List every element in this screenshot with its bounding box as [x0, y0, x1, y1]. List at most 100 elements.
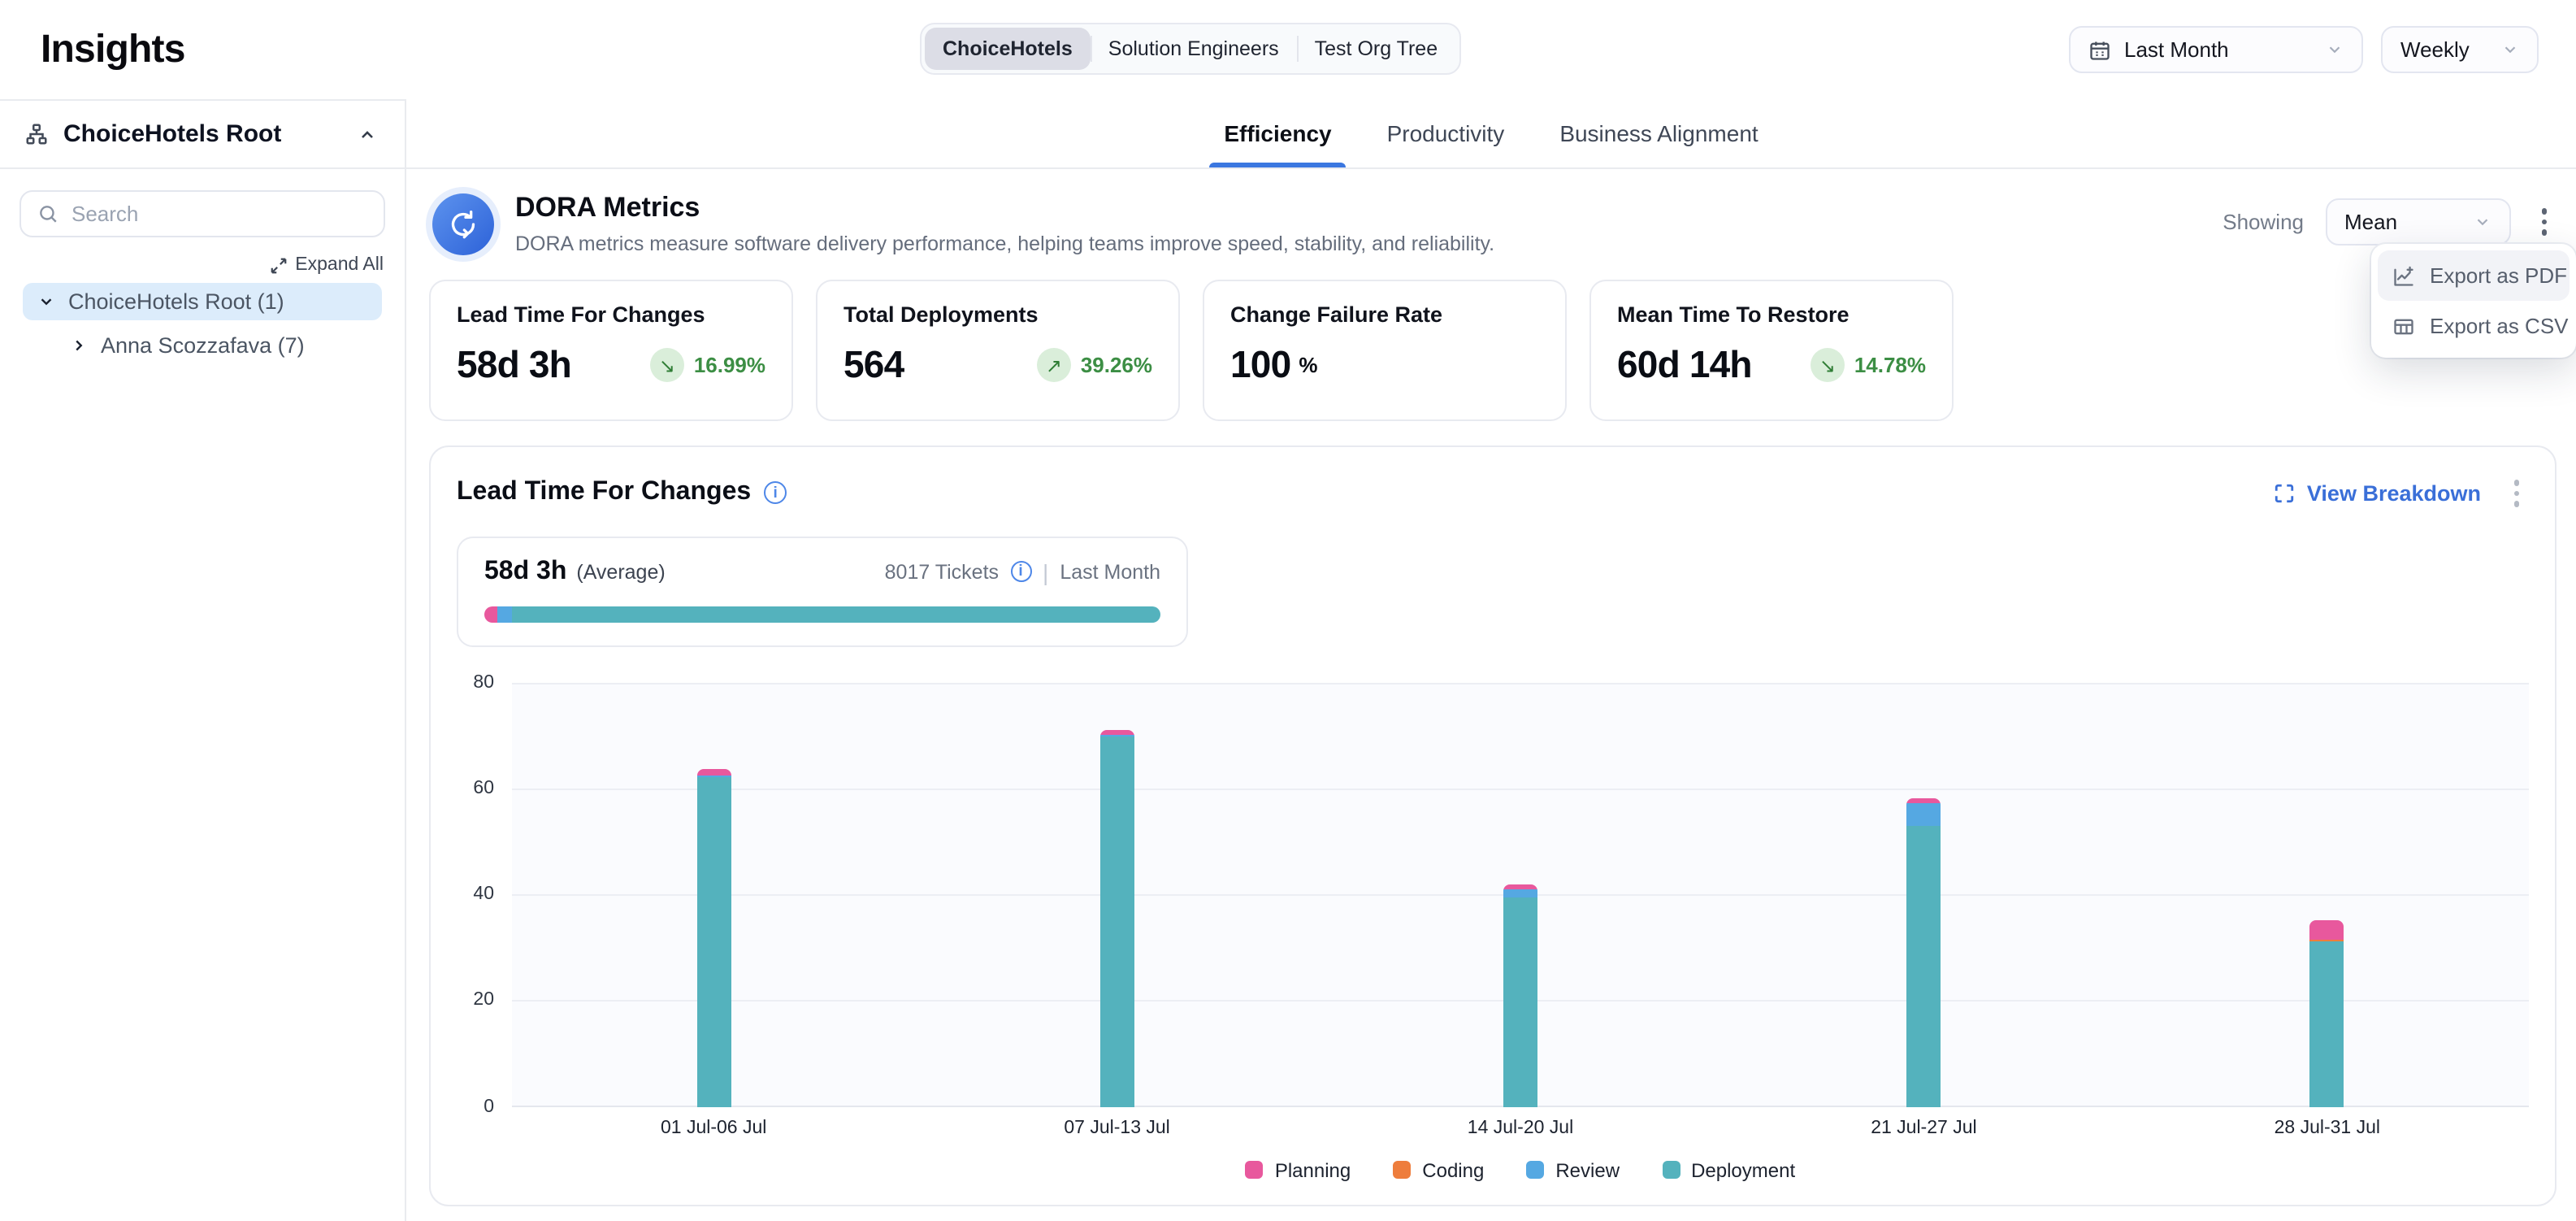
dora-kebab-menu-button[interactable] [2531, 201, 2556, 244]
stacked-bar-14-jul-20-jul[interactable] [1503, 884, 1537, 1106]
dora-icon [432, 193, 494, 255]
org-tab-choicehotels[interactable]: ChoiceHotels [925, 28, 1091, 70]
x-axis-label: 28 Jul-31 Jul [2126, 1118, 2529, 1137]
sidebar: ChoiceHotels Root Expand [0, 99, 406, 1221]
trend-down-arrow-icon: ↘ [1811, 348, 1845, 382]
header-controls: Last Month Weekly [2069, 26, 2539, 73]
menu-item-label: Export as CSV [2430, 314, 2569, 338]
search-input[interactable] [72, 202, 367, 226]
trend-down-arrow-icon: ↘ [650, 348, 684, 382]
dora-titles: DORA Metrics DORA metrics measure softwa… [515, 192, 1494, 255]
legend-label: Planning [1275, 1158, 1351, 1181]
x-axis-label: 21 Jul-27 Jul [1722, 1118, 2125, 1137]
bar-segment-deployment [1906, 827, 1941, 1107]
lead-time-section-header: Lead Time For Changes i View Breakdown [457, 471, 2529, 515]
metric-card-value: 58d 3h [457, 343, 571, 387]
bar-segment-review [1906, 803, 1941, 827]
trend-value: 14.78% [1854, 353, 1926, 377]
metric-card-value: 564 [843, 343, 904, 387]
tab-efficiency[interactable]: Efficiency [1221, 99, 1334, 167]
top-header: Insights ChoiceHotelsSolution EngineersT… [0, 0, 2576, 99]
export-menu: Export as PDF Export as CSV [2371, 244, 2576, 358]
progress-segment-planning [484, 606, 498, 622]
showing-label: Showing [2223, 210, 2304, 234]
stacked-bar-07-jul-13-jul[interactable] [1100, 730, 1134, 1106]
trend-up-arrow-icon: ↗ [1037, 348, 1071, 382]
legend-swatch [1246, 1161, 1264, 1179]
tickets-info-icon[interactable]: i [1010, 561, 1031, 582]
x-axis-label: 01 Jul-06 Jul [512, 1118, 915, 1137]
bar-segment-planning [2310, 921, 2344, 940]
metric-card-title: Change Failure Rate [1230, 302, 1539, 327]
bar-segment-deployment [2310, 942, 2344, 1106]
legend-item-planning: Planning [1246, 1158, 1351, 1181]
search-icon [37, 203, 59, 224]
separator: | [1043, 558, 1048, 584]
tickets-count: 8017 Tickets [885, 560, 999, 583]
legend-swatch [1526, 1161, 1544, 1179]
org-tree: ChoiceHotels Root (1) Anna Scozzafava (7) [0, 283, 405, 364]
sidebar-header: ChoiceHotels Root [0, 101, 405, 169]
view-breakdown-button[interactable]: View Breakdown [2275, 481, 2481, 506]
sidebar-root-label: ChoiceHotels Root [63, 120, 340, 148]
info-icon[interactable]: i [764, 482, 787, 505]
y-tick-label: 20 [473, 991, 494, 1010]
section-title: Lead Time For Changes i [457, 479, 787, 508]
y-axis: 020406080 [457, 682, 512, 1106]
sidebar-collapse-button[interactable] [354, 121, 380, 147]
stacked-bar-28-jul-31-jul[interactable] [2310, 921, 2344, 1106]
chevron-right-icon[interactable] [70, 337, 88, 354]
main-content: Efficiency Productivity Business Alignment… [406, 99, 2576, 1221]
chart-line-plus-icon [2392, 264, 2415, 287]
y-tick-label: 40 [473, 884, 494, 904]
bar-segment-planning [1503, 884, 1537, 890]
showing-select[interactable]: Mean [2325, 198, 2510, 246]
chevron-up-icon [358, 124, 377, 144]
stacked-bar-21-jul-27-jul[interactable] [1906, 799, 1941, 1106]
showing-value: Mean [2344, 210, 2460, 234]
org-tab-solution-engineers[interactable]: Solution Engineers [1091, 28, 1297, 70]
menu-item-export-as-csv[interactable]: Export as CSV [2378, 301, 2569, 351]
progress-segment-review [498, 606, 513, 622]
chevron-down-icon[interactable] [37, 293, 55, 311]
menu-item-label: Export as PDF [2430, 263, 2567, 288]
x-axis-label: 07 Jul-13 Jul [915, 1118, 1318, 1137]
time-range-select[interactable]: Last Month [2069, 26, 2363, 73]
expand-all-button[interactable]: Expand All [269, 255, 384, 275]
average-label: (Average) [576, 560, 665, 583]
legend-item-coding: Coding [1393, 1158, 1484, 1181]
lead-time-section: Lead Time For Changes i View Breakdown [429, 445, 2556, 1206]
org-tab-test-org-tree[interactable]: Test Org Tree [1297, 28, 1455, 70]
chart-legend: PlanningCodingReviewDeployment [512, 1158, 2529, 1184]
metric-card-value-row: 564 ↗ 39.26% [843, 343, 1152, 387]
granularity-select[interactable]: Weekly [2381, 26, 2539, 73]
phase-progress-bar [484, 606, 1160, 622]
tab-productivity[interactable]: Productivity [1384, 99, 1508, 167]
progress-segment-deployment [513, 606, 1160, 622]
metric-card-value-row: 100% [1230, 343, 1539, 387]
tree-row-anna-scozzafava-7[interactable]: Anna Scozzafava (7) [55, 327, 382, 364]
bar-slot-5 [2126, 682, 2529, 1106]
org-tree-icon [24, 122, 49, 146]
y-tick-label: 80 [473, 672, 494, 692]
metric-card-title: Total Deployments [843, 302, 1152, 327]
chart-kebab-menu-button[interactable] [2504, 471, 2529, 515]
tree-row-label: Anna Scozzafava (7) [101, 333, 305, 358]
trend-value: 39.26% [1081, 353, 1152, 377]
x-axis-labels: 01 Jul-06 Jul07 Jul-13 Jul14 Jul-20 Jul2… [512, 1118, 2529, 1137]
trend-value: 16.99% [694, 353, 765, 377]
x-axis-label: 14 Jul-20 Jul [1319, 1118, 1722, 1137]
tab-business-alignment[interactable]: Business Alignment [1556, 99, 1761, 167]
menu-item-export-as-pdf[interactable]: Export as PDF [2378, 250, 2569, 301]
dora-controls: Showing Mean [2223, 198, 2556, 246]
legend-label: Coding [1422, 1158, 1484, 1181]
granularity-value: Weekly [2400, 37, 2488, 62]
metric-card-value: 60d 14h [1617, 343, 1752, 387]
bar-segment-deployment [696, 776, 731, 1106]
bar-slot-1 [512, 682, 915, 1106]
tree-row-choicehotels-root-1[interactable]: ChoiceHotels Root (1) [23, 283, 382, 320]
y-tick-label: 60 [473, 779, 494, 798]
dora-description: DORA metrics measure software delivery p… [515, 232, 1494, 255]
stacked-bar-01-jul-06-jul[interactable] [696, 770, 731, 1106]
metric-card-value-row: 58d 3h ↘ 16.99% [457, 343, 765, 387]
